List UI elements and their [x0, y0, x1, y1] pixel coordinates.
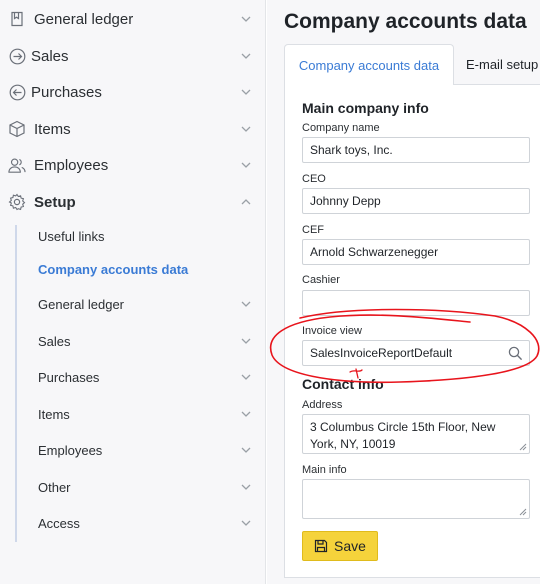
chevron-down-icon: [241, 53, 251, 59]
chevron-down-icon: [241, 447, 251, 453]
address-textarea[interactable]: 3 Columbus Circle 15th Floor, New York, …: [302, 414, 530, 454]
sidebar-item-label: Setup: [34, 193, 76, 211]
gear-icon: [8, 193, 26, 211]
chevron-down-icon: [241, 126, 251, 132]
sidebar-item-setup[interactable]: Setup: [0, 187, 266, 217]
sidebar-item-employees[interactable]: Employees: [0, 150, 266, 180]
floppy-disk-icon: [314, 539, 328, 553]
save-button-label: Save: [334, 538, 366, 554]
search-icon[interactable]: [508, 346, 523, 361]
submenu-item-access[interactable]: Access: [0, 509, 266, 537]
chevron-down-icon: [241, 89, 251, 95]
invoice-view-value: SalesInvoiceReportDefault: [310, 346, 453, 360]
arrow-left-circle-icon: [8, 83, 26, 101]
tab-bar: Company accounts data E-mail setup: [284, 44, 540, 85]
chevron-down-icon: [241, 338, 251, 344]
sidebar: General ledger Sales Purchases Items Emp…: [0, 0, 266, 584]
submenu-item-company-accounts-data[interactable]: Company accounts data: [0, 255, 266, 283]
submenu-item-label: Employees: [38, 442, 103, 458]
submenu-item-label: General ledger: [38, 296, 124, 312]
address-value: 3 Columbus Circle 15th Floor, New York, …: [310, 420, 499, 451]
save-button[interactable]: Save: [302, 531, 378, 561]
submenu-item-other[interactable]: Other: [0, 473, 266, 501]
users-icon: [8, 156, 26, 174]
submenu-item-purchases[interactable]: Purchases: [0, 363, 266, 391]
sidebar-item-purchases[interactable]: Purchases: [0, 77, 266, 107]
chevron-down-icon: [241, 162, 251, 168]
chevron-down-icon: [241, 411, 251, 417]
main-content: Company accounts data Company accounts d…: [267, 0, 540, 584]
sidebar-item-general-ledger[interactable]: General ledger: [0, 4, 266, 34]
invoice-view-field[interactable]: SalesInvoiceReportDefault: [302, 340, 530, 366]
section-title-main-company-info: Main company info: [302, 100, 429, 116]
cef-label: CEF: [302, 224, 324, 236]
cashier-field[interactable]: [302, 290, 530, 316]
sidebar-item-label: General ledger: [34, 10, 134, 28]
chevron-down-icon: [241, 484, 251, 490]
tab-company-accounts-data[interactable]: Company accounts data: [284, 44, 454, 85]
sidebar-item-label: Employees: [34, 156, 109, 174]
resize-handle-icon[interactable]: [519, 443, 527, 451]
cef-field[interactable]: Arnold Schwarzenegger: [302, 239, 530, 265]
arrow-right-circle-icon: [8, 47, 26, 65]
main-info-label: Main info: [302, 464, 347, 476]
page-title: Company accounts data: [284, 10, 527, 33]
submenu-item-useful-links[interactable]: Useful links: [0, 222, 266, 250]
cashier-label: Cashier: [302, 274, 340, 286]
submenu-item-label: Company accounts data: [38, 261, 189, 277]
submenu-item-items[interactable]: Items: [0, 400, 266, 428]
submenu-item-label: Useful links: [38, 228, 105, 244]
box-icon: [8, 120, 26, 138]
chevron-down-icon: [241, 374, 251, 380]
section-title-contact-info: Contact info: [302, 376, 384, 392]
sidebar-item-label: Purchases: [31, 83, 102, 101]
ceo-field[interactable]: Johnny Depp: [302, 188, 530, 214]
form-panel: Main company info Company name Shark toy…: [284, 84, 540, 578]
submenu-item-label: Sales: [38, 333, 71, 349]
submenu-item-employees[interactable]: Employees: [0, 436, 266, 464]
sidebar-item-items[interactable]: Items: [0, 114, 266, 144]
chevron-down-icon: [241, 520, 251, 526]
company-name-label: Company name: [302, 122, 380, 134]
chevron-up-icon: [241, 199, 251, 205]
main-info-textarea[interactable]: [302, 479, 530, 519]
ceo-label: CEO: [302, 173, 326, 185]
company-name-field[interactable]: Shark toys, Inc.: [302, 137, 530, 163]
resize-handle-icon[interactable]: [519, 508, 527, 516]
submenu-item-general-ledger[interactable]: General ledger: [0, 290, 266, 318]
chevron-down-icon: [241, 301, 251, 307]
submenu-item-sales[interactable]: Sales: [0, 327, 266, 355]
sidebar-item-label: Items: [34, 120, 71, 138]
chevron-down-icon: [241, 16, 251, 22]
submenu-item-label: Other: [38, 479, 71, 495]
book-icon: [8, 10, 26, 28]
sidebar-item-label: Sales: [31, 47, 69, 65]
invoice-view-label: Invoice view: [302, 325, 362, 337]
submenu-item-label: Items: [38, 406, 70, 422]
submenu-item-label: Access: [38, 515, 80, 531]
address-label: Address: [302, 399, 343, 411]
sidebar-item-sales[interactable]: Sales: [0, 41, 266, 71]
submenu-item-label: Purchases: [38, 369, 100, 385]
tab-email-setup[interactable]: E-mail setup: [454, 44, 540, 85]
